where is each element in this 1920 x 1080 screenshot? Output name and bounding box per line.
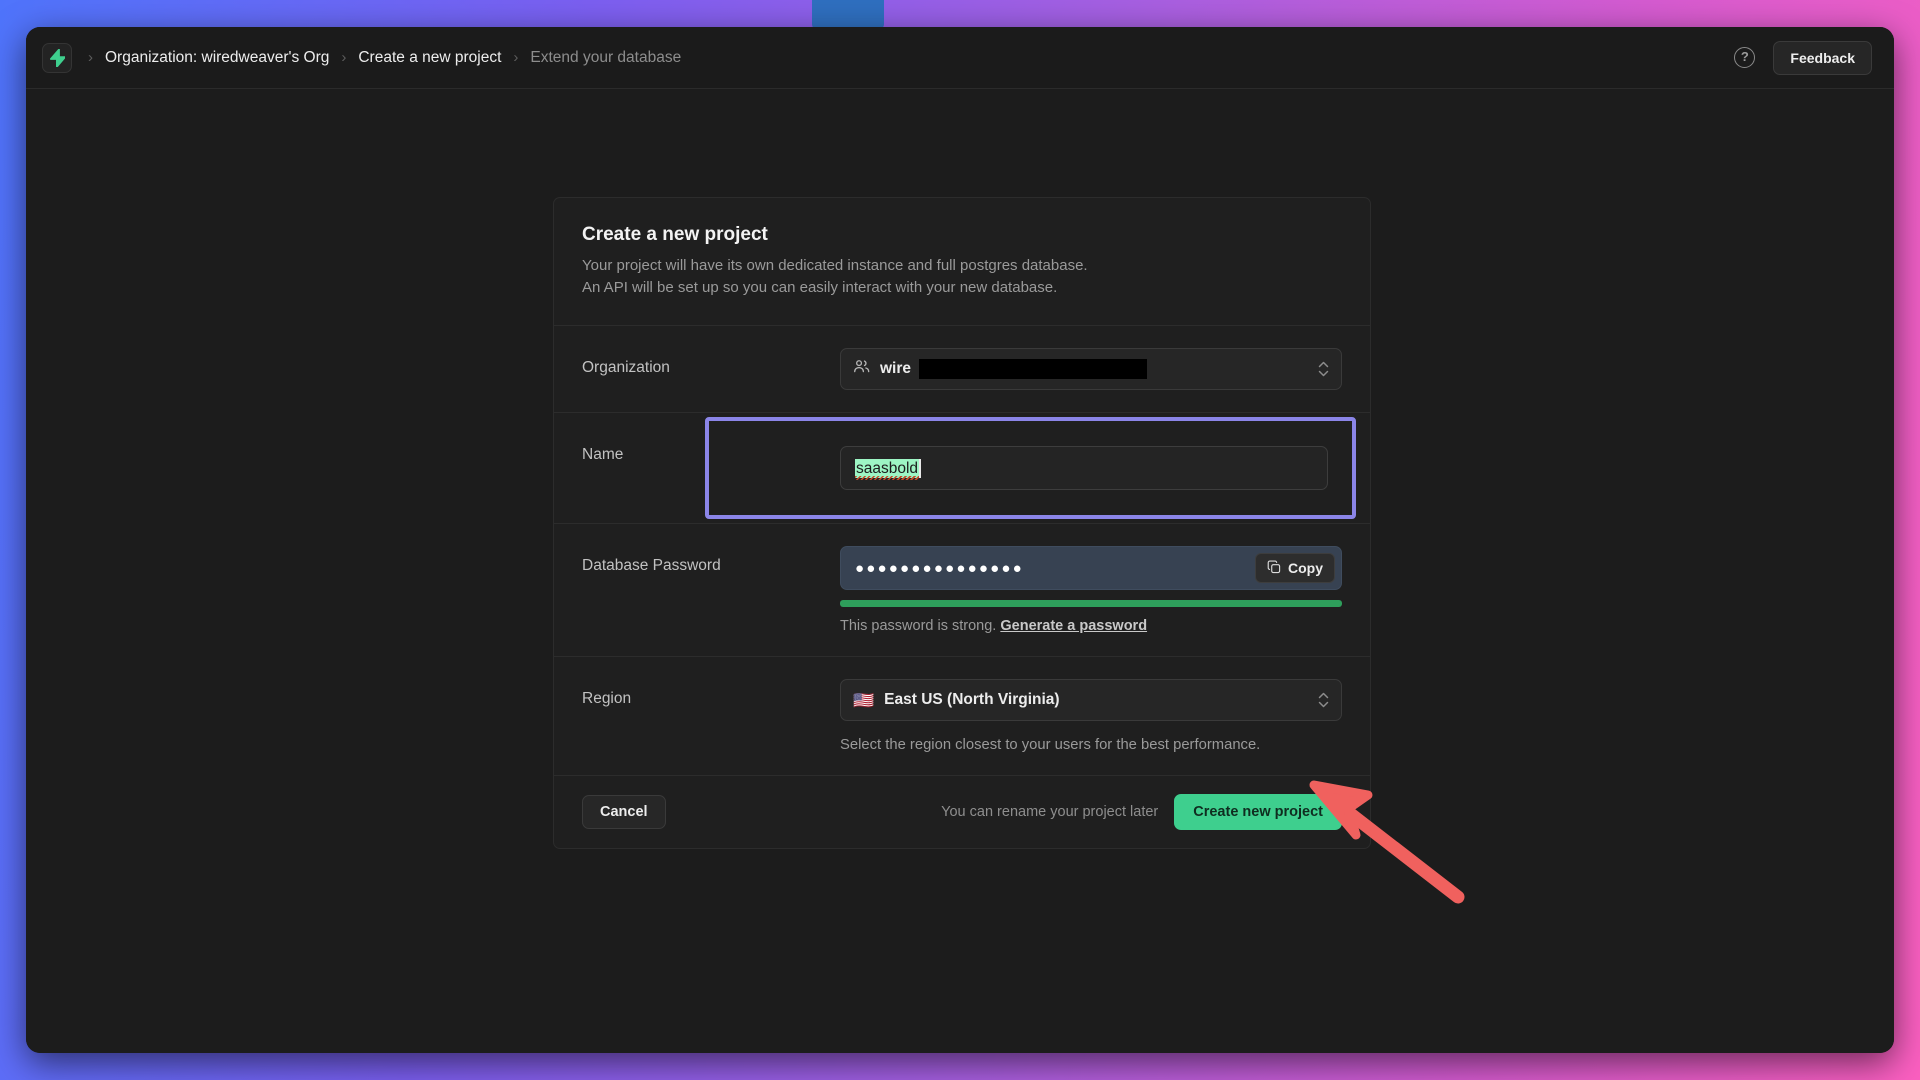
organization-row: Organization wire (554, 326, 1370, 414)
organization-value: wire (880, 360, 912, 378)
card-header: Create a new project Your project will h… (554, 198, 1370, 327)
breadcrumb-item-extend-database[interactable]: Extend your database (530, 49, 681, 67)
organization-value-redacted (919, 359, 1148, 380)
password-hint: This password is strong. Generate a pass… (840, 618, 1342, 634)
region-select[interactable]: 🇺🇸 East US (North Virginia) (840, 679, 1342, 722)
copy-password-button[interactable]: Copy (1255, 553, 1335, 584)
app-header: › Organization: wiredweaver's Org › Crea… (26, 27, 1894, 89)
help-circle-icon[interactable]: ? (1734, 47, 1756, 68)
cancel-button[interactable]: Cancel (582, 795, 666, 830)
breadcrumb-item-organization[interactable]: Organization: wiredweaver's Org (105, 49, 329, 67)
create-new-project-button[interactable]: Create new project (1174, 794, 1342, 831)
password-strength-text: This password is strong. (840, 618, 997, 635)
feedback-button[interactable]: Feedback (1773, 40, 1872, 75)
region-row: Region 🇺🇸 East US (North Virginia) Selec… (554, 657, 1370, 777)
rename-note: You can rename your project later (941, 804, 1159, 821)
header-actions: ? Feedback (1734, 40, 1872, 75)
breadcrumb: › Organization: wiredweaver's Org › Crea… (76, 49, 681, 67)
chevron-up-down-icon (1318, 361, 1329, 377)
name-label: Name (582, 446, 624, 464)
password-strength-bar (840, 600, 1342, 608)
project-name-input[interactable]: saasbold (840, 446, 1328, 491)
project-name-value: saasbold (855, 458, 920, 480)
region-hint: Select the region closest to your users … (840, 737, 1261, 754)
database-password-row: Database Password ●●●●●●●●●●●●●●● Copy T… (554, 524, 1370, 658)
database-password-masked-value: ●●●●●●●●●●●●●●● (855, 559, 1024, 577)
card-footer: Cancel You can rename your project later… (554, 776, 1370, 848)
name-row: Name saasbold (554, 413, 1370, 525)
region-value: East US (North Virginia) (884, 691, 1060, 709)
us-flag-icon: 🇺🇸 (853, 690, 875, 710)
breadcrumb-separator-2: › (341, 49, 347, 66)
breadcrumb-separator-1: › (88, 49, 93, 66)
region-label: Region (582, 690, 632, 708)
chevron-up-down-icon (1318, 692, 1329, 708)
main-content: Create a new project Your project will h… (26, 89, 1894, 1053)
create-project-card: Create a new project Your project will h… (553, 197, 1371, 850)
breadcrumb-separator-3: › (513, 49, 519, 66)
copy-button-label: Copy (1288, 560, 1323, 577)
text-caret (919, 458, 921, 478)
users-icon (853, 358, 870, 380)
card-subtitle-line-1: Your project will have its own dedicated… (582, 257, 1088, 274)
copy-icon (1267, 560, 1281, 577)
app-window: › Organization: wiredweaver's Org › Crea… (26, 27, 1894, 1053)
generate-password-link[interactable]: Generate a password (1000, 618, 1147, 634)
breadcrumb-item-create-project[interactable]: Create a new project (358, 49, 501, 67)
organization-label: Organization (582, 359, 670, 377)
lightning-bolt-logo[interactable] (42, 42, 72, 73)
card-subtitle-line-2: An API will be set up so you can easily … (582, 279, 1058, 297)
browser-tab-sliver (812, 0, 884, 30)
page-title: Create a new project (582, 224, 768, 245)
database-password-label: Database Password (582, 557, 721, 575)
organization-select[interactable]: wire (840, 348, 1342, 391)
